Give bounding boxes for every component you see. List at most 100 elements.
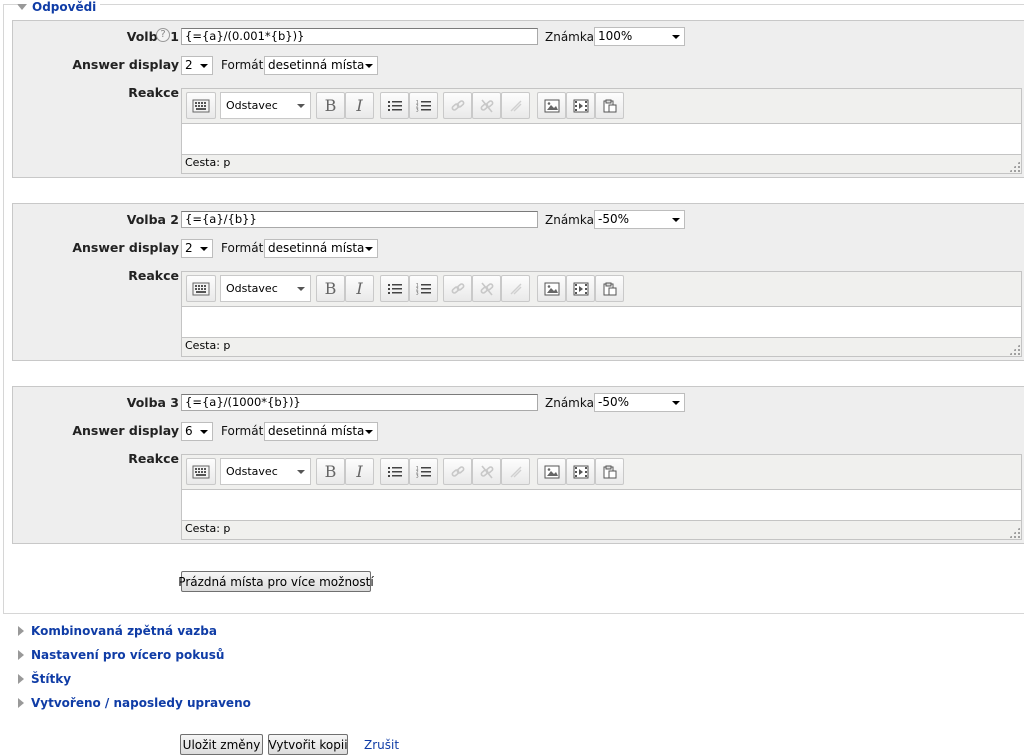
italic-button[interactable]: I: [345, 275, 374, 302]
insert-image-button[interactable]: [537, 275, 566, 302]
paste-button[interactable]: [595, 92, 624, 119]
format-value: desetinná místa: [268, 424, 365, 438]
resize-grip-icon[interactable]: [1009, 527, 1020, 538]
answer-display-label: Answer display: [72, 240, 179, 255]
save-as-copy-button[interactable]: Vytvořit kopii: [268, 734, 348, 755]
insert-media-button[interactable]: [566, 275, 595, 302]
italic-icon: I: [356, 96, 363, 115]
numbered-list-button[interactable]: 123: [409, 275, 438, 302]
italic-button[interactable]: I: [345, 458, 374, 485]
answer-display-select[interactable]: 2: [181, 56, 213, 75]
editor-path: Cesta: p: [185, 339, 231, 352]
bullet-list-button[interactable]: [380, 275, 409, 302]
bold-icon: B: [324, 96, 337, 115]
answer-display-select[interactable]: 6: [181, 422, 213, 441]
bold-button[interactable]: B: [316, 458, 345, 485]
format-value: desetinná místa: [268, 58, 365, 72]
feedback-label: Reakce: [128, 85, 179, 100]
section-tags[interactable]: Štítky: [18, 672, 71, 686]
answer-display-select[interactable]: 2: [181, 239, 213, 258]
anchor-button[interactable]: [501, 458, 530, 485]
toolbar-toggle-button[interactable]: [186, 458, 216, 485]
chevron-down-icon: [365, 430, 373, 434]
image-icon: [544, 99, 560, 113]
feedback-edit-area[interactable]: [182, 489, 1021, 521]
help-icon[interactable]: ?: [156, 28, 170, 42]
unlink-button[interactable]: [472, 275, 501, 302]
format-label: Formát: [221, 424, 264, 438]
bullet-list-button[interactable]: [380, 92, 409, 119]
section-label: Kombinovaná zpětná vazba: [31, 624, 217, 638]
add-blanks-button[interactable]: Prázdná místa pro více možností: [178, 571, 374, 592]
grade-value: 100%: [598, 29, 633, 43]
section-multiple-tries[interactable]: Nastavení pro vícero pokusů: [18, 648, 224, 662]
answer-formula-input[interactable]: {={a}/{b}}: [181, 211, 538, 228]
format-label: Formát: [221, 241, 264, 255]
answer-display-label: Answer display: [72, 57, 179, 72]
media-icon: [573, 99, 589, 113]
section-created-modified[interactable]: Vytvořeno / naposledy upraveno: [18, 696, 251, 710]
anchor-button[interactable]: [501, 275, 530, 302]
bold-button[interactable]: B: [316, 92, 345, 119]
answer-label: Volba 2: [126, 212, 179, 227]
anchor-icon: [508, 282, 524, 296]
insert-link-button[interactable]: [443, 275, 472, 302]
format-select[interactable]: desetinná místa: [264, 56, 378, 75]
bullet-list-icon: [387, 282, 403, 296]
grade-select[interactable]: -50%: [594, 393, 685, 412]
anchor-button[interactable]: [501, 92, 530, 119]
insert-image-button[interactable]: [537, 458, 566, 485]
answer-formula-input[interactable]: {={a}/(0.001*{b})}: [181, 28, 538, 45]
section-header-answers[interactable]: Odpovědi: [17, 0, 101, 14]
section-combined-feedback[interactable]: Kombinovaná zpětná vazba: [18, 624, 217, 638]
paste-button[interactable]: [595, 275, 624, 302]
format-select[interactable]: desetinná místa: [264, 422, 378, 441]
italic-button[interactable]: I: [345, 92, 374, 119]
bold-icon: B: [324, 462, 337, 481]
paste-button[interactable]: [595, 458, 624, 485]
grade-label: Známka: [545, 213, 594, 227]
grade-select[interactable]: -50%: [594, 210, 685, 229]
grade-select[interactable]: 100%: [594, 27, 685, 46]
paragraph-format-select[interactable]: Odstavec: [220, 275, 311, 302]
save-changes-button[interactable]: Uložit změny: [180, 734, 263, 755]
resize-grip-icon[interactable]: [1009, 161, 1020, 172]
bullet-list-button[interactable]: [380, 458, 409, 485]
insert-image-button[interactable]: [537, 92, 566, 119]
cancel-link[interactable]: Zrušit: [364, 738, 399, 752]
numbered-list-button[interactable]: 123: [409, 92, 438, 119]
paragraph-format-select[interactable]: Odstavec: [220, 92, 311, 119]
editor-toolbar: Odstavec B I 1 2 3: [182, 272, 1021, 306]
anchor-icon: [508, 99, 524, 113]
link-icon: [450, 99, 466, 113]
keyboard-icon: [192, 99, 210, 113]
editor-path: Cesta: p: [185, 522, 231, 535]
insert-media-button[interactable]: [566, 458, 595, 485]
numbered-list-button[interactable]: 123: [409, 458, 438, 485]
media-icon: [573, 465, 589, 479]
answer-formula-input[interactable]: {={a}/(1000*{b})}: [181, 394, 538, 411]
insert-link-button[interactable]: [443, 92, 472, 119]
format-select[interactable]: desetinná místa: [264, 239, 378, 258]
paragraph-format-value: Odstavec: [226, 465, 278, 478]
answer-panel: Volba 3 {={a}/(1000*{b})} Známka -50% Answer…: [12, 386, 1024, 544]
unlink-button[interactable]: [472, 92, 501, 119]
grade-value: -50%: [598, 212, 630, 226]
answer-panel: Volba 1? {={a}/(0.001*{b})} Známka 100% Answ…: [12, 20, 1024, 178]
insert-link-button[interactable]: [443, 458, 472, 485]
answer-display-value: 6: [185, 424, 193, 438]
paragraph-format-select[interactable]: Odstavec: [220, 458, 311, 485]
bold-button[interactable]: B: [316, 275, 345, 302]
format-value: desetinná místa: [268, 241, 365, 255]
feedback-edit-area[interactable]: [182, 123, 1021, 155]
resize-grip-icon[interactable]: [1009, 344, 1020, 355]
feedback-editor: Odstavec B I 1 2 3 Cesta: p: [181, 454, 1022, 540]
image-icon: [544, 465, 560, 479]
unlink-button[interactable]: [472, 458, 501, 485]
svg-text:3: 3: [416, 290, 419, 295]
feedback-edit-area[interactable]: [182, 306, 1021, 338]
paragraph-format-value: Odstavec: [226, 282, 278, 295]
toolbar-toggle-button[interactable]: [186, 275, 216, 302]
insert-media-button[interactable]: [566, 92, 595, 119]
toolbar-toggle-button[interactable]: [186, 92, 216, 119]
